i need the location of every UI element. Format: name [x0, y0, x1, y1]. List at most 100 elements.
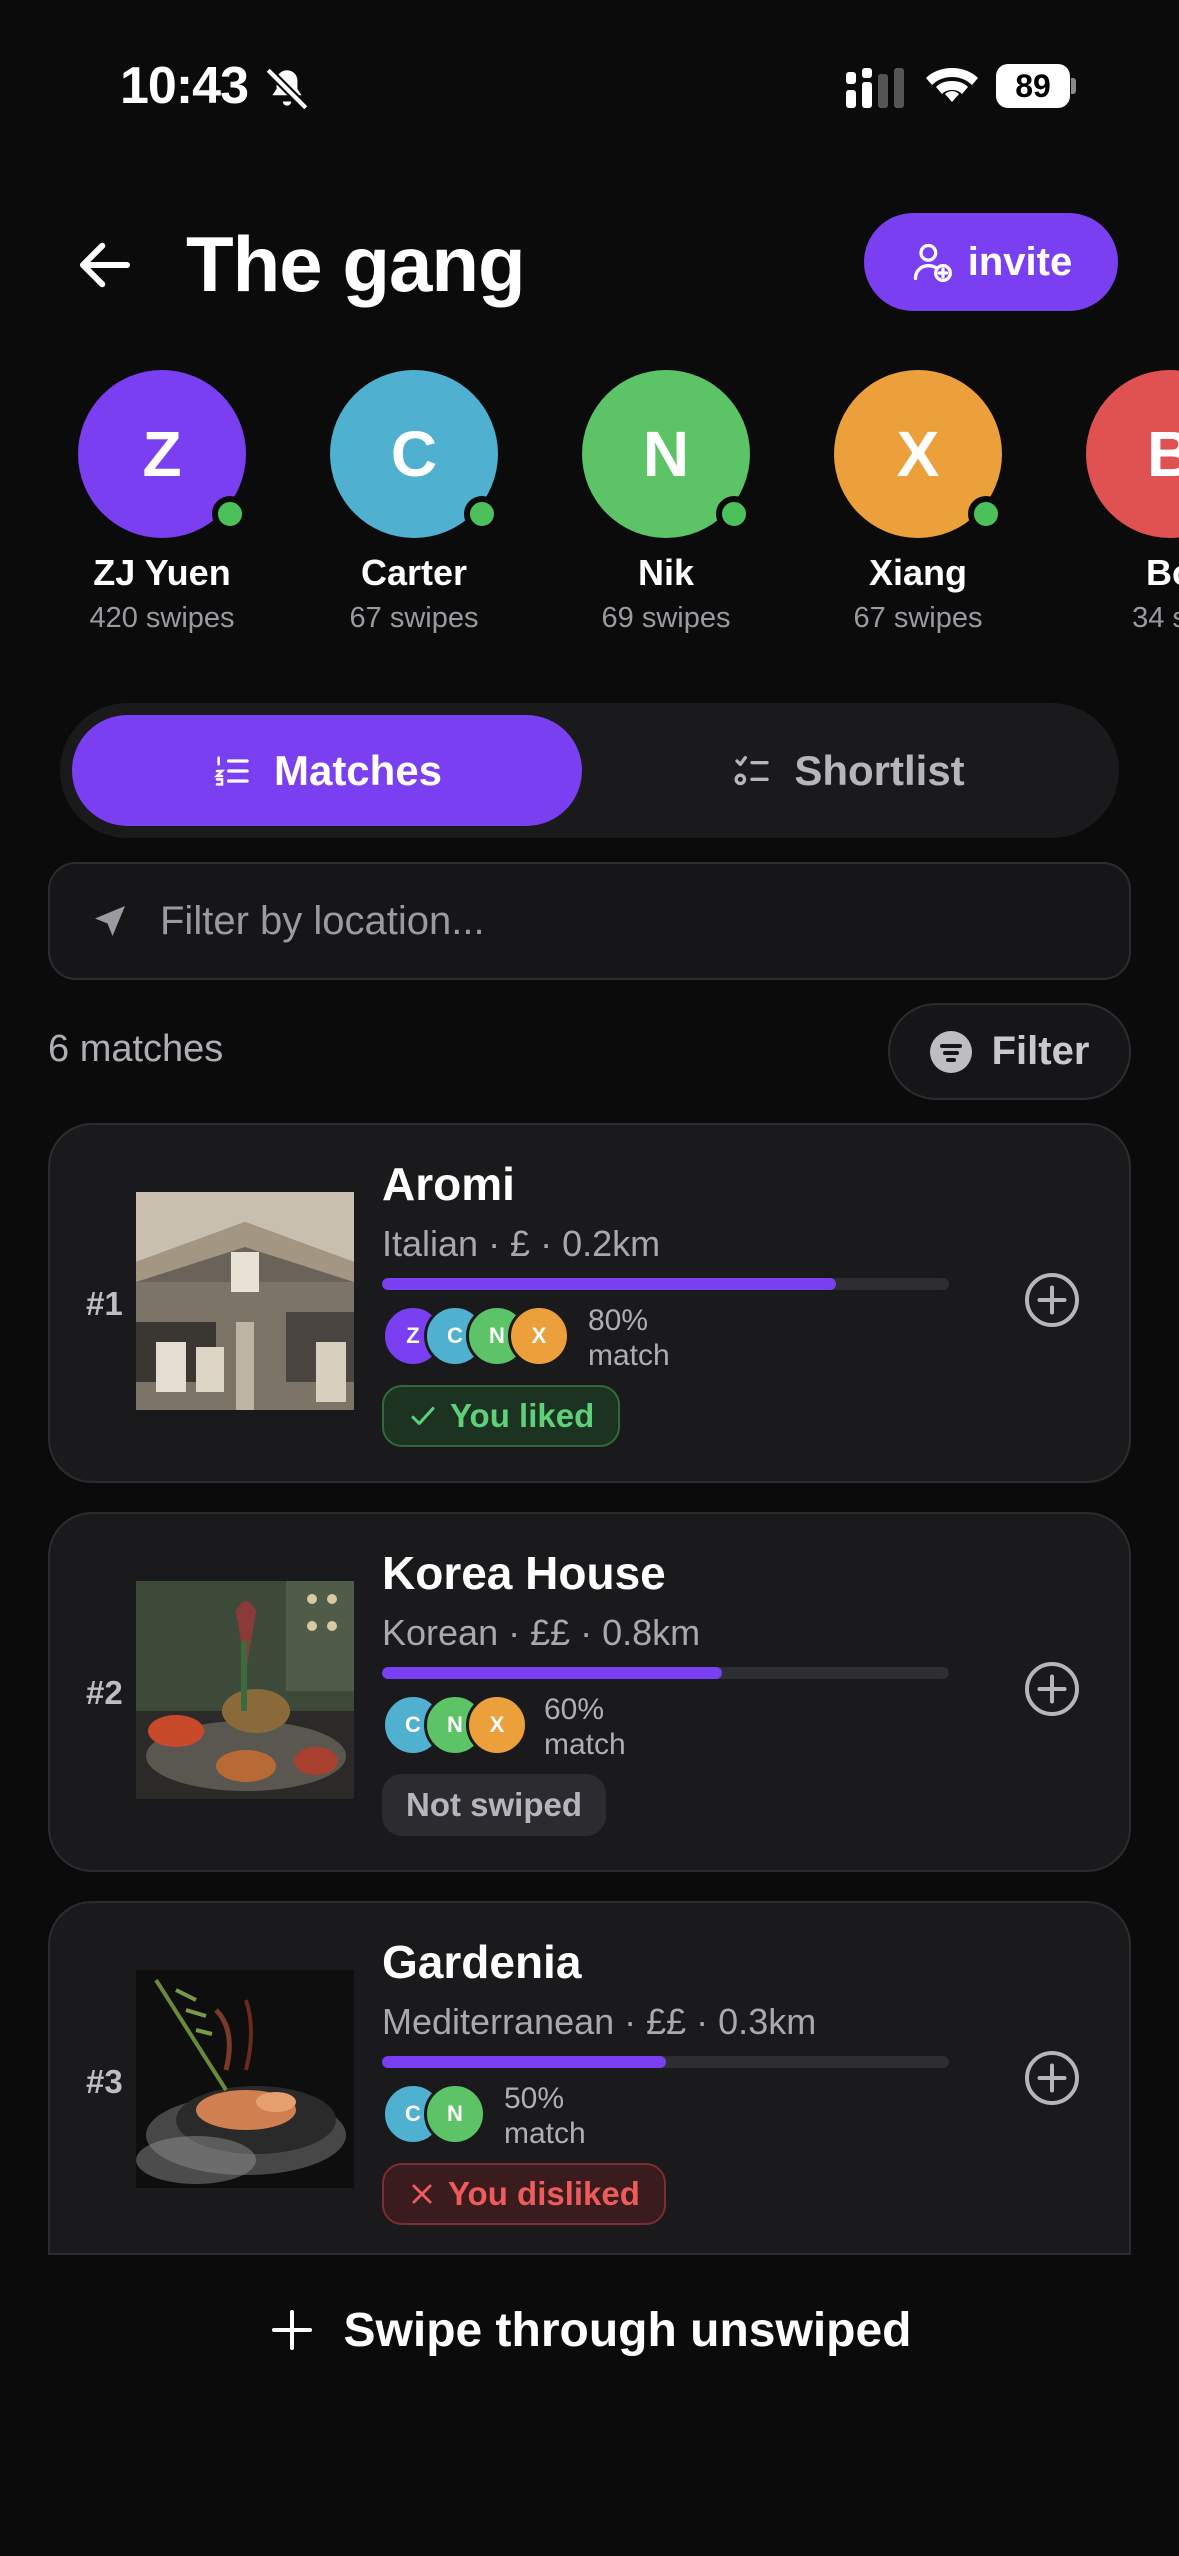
page-title: The gang: [186, 220, 526, 308]
cellular-signal-icon: [846, 68, 904, 108]
voter-avatars: C N: [382, 2083, 486, 2145]
match-bar: [382, 2056, 949, 2068]
status-badge: You disliked: [382, 2163, 666, 2225]
add-person-icon: [913, 243, 952, 282]
avatar: Z: [78, 370, 248, 538]
match-rank: #1: [86, 1285, 123, 1322]
tab-label: Matches: [273, 746, 443, 794]
x-icon: [412, 2184, 432, 2204]
voter-avatar: N: [424, 2083, 486, 2145]
match-count: 6 matches: [48, 1028, 224, 1070]
filter-button[interactable]: Filter: [888, 1003, 1131, 1100]
filter-label: Filter: [991, 1029, 1090, 1073]
avatar: N: [582, 370, 752, 538]
plus-icon: [271, 2310, 312, 2350]
battery-indicator: 89: [996, 64, 1076, 108]
match-card[interactable]: #1 Aromi Italian · £ · 0.2km Z C N X 80%…: [48, 1123, 1131, 1483]
tab-shortlist[interactable]: Shortlist: [590, 715, 1107, 826]
member-carter[interactable]: C Carter 67 swipes: [284, 370, 544, 635]
location-input[interactable]: [160, 898, 1060, 944]
invite-label: invite: [967, 239, 1073, 284]
avatar: X: [834, 370, 1004, 538]
status-label: You disliked: [448, 2175, 640, 2212]
restaurant-meta: Mediterranean · ££ · 0.3km: [382, 2001, 817, 2042]
match-rank: #3: [86, 2063, 123, 2100]
restaurant-photo: [136, 1970, 354, 2188]
match-percent: 60% match: [544, 1692, 626, 1762]
ordered-list-icon: [213, 755, 249, 786]
status-label: Not swiped: [406, 1786, 583, 1823]
member-swipes: 420 swipes: [89, 602, 235, 634]
voter-avatars: Z C N X: [382, 1305, 570, 1367]
match-card[interactable]: #2 Korea House Korean · ££ · 0.8km C N X…: [48, 1512, 1131, 1872]
member-swipes: 34 sw: [1132, 602, 1179, 634]
avatar-initial: B: [1146, 418, 1179, 490]
bell-muted-icon: [265, 67, 309, 111]
match-bar: [382, 1278, 949, 1290]
wifi-icon: [926, 68, 978, 102]
avatar-initial: Z: [142, 418, 182, 490]
check-icon: [411, 1407, 435, 1425]
match-percent-value: 80%: [588, 1304, 649, 1337]
member-zj-yuen[interactable]: Z ZJ Yuen 420 swipes: [32, 370, 292, 635]
swipe-unswiped-button[interactable]: Swipe through unswiped: [0, 2290, 1179, 2370]
online-indicator: [464, 496, 500, 532]
restaurant-name: Aromi: [382, 1158, 515, 1210]
online-indicator: [968, 496, 1004, 532]
battery-level: 89: [996, 64, 1070, 108]
status-badge: Not swiped: [382, 1774, 607, 1836]
match-percent-value: 50%: [504, 2082, 565, 2115]
member-nik[interactable]: N Nik 69 swipes: [536, 370, 796, 635]
match-rank: #2: [86, 1674, 123, 1711]
member-name: Xiang: [868, 552, 967, 593]
avatar-initial: N: [642, 418, 690, 490]
restaurant-name: Gardenia: [382, 1936, 582, 1988]
voter-avatars: C N X: [382, 1694, 528, 1756]
tab-label: Shortlist: [794, 746, 965, 794]
restaurant-name: Korea House: [382, 1547, 666, 1599]
member-xiang[interactable]: X Xiang 67 swipes: [788, 370, 1048, 635]
match-bar: [382, 1667, 949, 1679]
status-time: 10:43: [120, 57, 249, 115]
avatar-initial: C: [390, 418, 438, 490]
member-swipes: 69 swipes: [601, 602, 731, 634]
online-indicator: [212, 496, 248, 532]
member-name: Nik: [637, 552, 695, 593]
restaurant-meta: Italian · £ · 0.2km: [382, 1223, 661, 1264]
match-percent: 80% match: [588, 1303, 670, 1373]
invite-button[interactable]: invite: [864, 213, 1118, 311]
voter-avatar: X: [466, 1694, 528, 1756]
location-filter[interactable]: [48, 862, 1131, 980]
member-strip[interactable]: Z ZJ Yuen 420 swipes C Carter 67 swipes …: [0, 370, 1179, 650]
member-name: Bo: [1146, 552, 1179, 593]
add-to-shortlist-icon[interactable]: [1022, 1270, 1082, 1330]
location-arrow-icon: [95, 906, 125, 936]
tab-matches[interactable]: Matches: [72, 715, 582, 826]
restaurant-photo: [136, 1581, 354, 1799]
checklist-icon: [734, 755, 769, 785]
member-name: Carter: [360, 552, 468, 593]
member-swipes: 67 swipes: [349, 602, 479, 634]
filter-icon: [929, 1030, 972, 1073]
status-label: You liked: [450, 1397, 595, 1434]
match-percent: 50% match: [504, 2081, 586, 2151]
avatar-initial: X: [896, 418, 940, 490]
match-percent-word: match: [588, 1339, 670, 1372]
swipe-unswiped-label: Swipe through unswiped: [343, 2303, 912, 2357]
add-to-shortlist-icon[interactable]: [1022, 2048, 1082, 2108]
avatar: B: [1086, 370, 1179, 538]
voter-avatar: X: [508, 1305, 570, 1367]
online-indicator: [716, 496, 752, 532]
add-to-shortlist-icon[interactable]: [1022, 1659, 1082, 1719]
match-card[interactable]: #3 Gardenia Mediterranean · ££ · 0.3km C…: [48, 1901, 1131, 2255]
back-arrow-icon[interactable]: [72, 232, 138, 298]
member-name: ZJ Yuen: [93, 552, 231, 593]
member-swipes: 67 swipes: [853, 602, 983, 634]
status-badge: You liked: [382, 1385, 621, 1447]
view-tabs: Matches Shortlist: [60, 703, 1119, 838]
restaurant-meta: Korean · ££ · 0.8km: [382, 1612, 701, 1653]
match-percent-word: match: [544, 1728, 626, 1761]
avatar: C: [330, 370, 500, 538]
member-bo[interactable]: B Bo 34 sw: [1040, 370, 1179, 635]
restaurant-photo: [136, 1192, 354, 1410]
